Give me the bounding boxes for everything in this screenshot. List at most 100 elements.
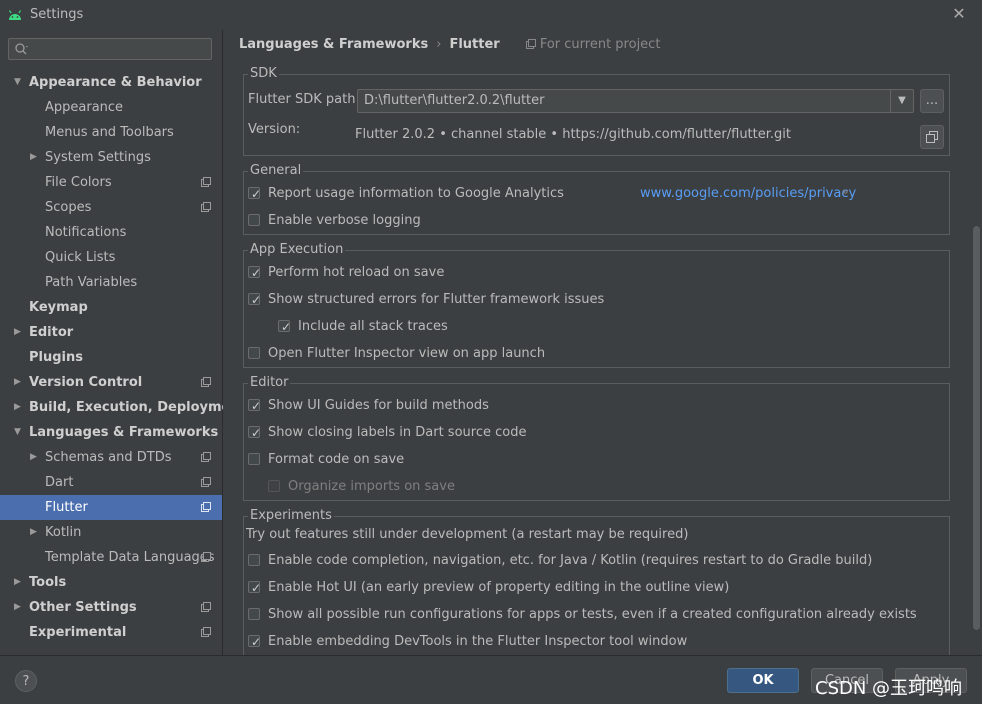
tree-template-data-languages[interactable]: Template Data Languages (0, 545, 222, 570)
tree-file-colors[interactable]: File Colors (0, 170, 222, 195)
project-note: For current project (525, 37, 661, 52)
tree-label: Path Variables (45, 275, 138, 290)
tree-label: Menus and Toolbars (45, 125, 174, 140)
tree-flutter[interactable]: Flutter (0, 495, 222, 520)
checkbox-box[interactable]: ✓ (248, 635, 261, 649)
tree-notifications[interactable]: Notifications (0, 220, 222, 245)
sdk-path-label: Flutter SDK path: (248, 92, 360, 107)
collapsed-arrow-icon[interactable]: ▶ (30, 445, 40, 470)
tree-dart[interactable]: Dart (0, 470, 222, 495)
breadcrumb: Languages & Frameworks › Flutter For curre… (239, 37, 660, 52)
collapsed-arrow-icon[interactable]: ▶ (14, 395, 24, 420)
tree-plugins[interactable]: Plugins (0, 345, 222, 370)
help-button[interactable]: ? (15, 670, 37, 692)
tree-appearance[interactable]: Appearance (0, 95, 222, 120)
tree-label: Languages & Frameworks (29, 425, 219, 440)
tree-label: Editor (29, 325, 74, 340)
copy-version-button[interactable] (920, 125, 944, 149)
checkbox-label: Enable Hot UI (an early preview of prope… (268, 580, 730, 595)
tree-label: Scopes (45, 200, 92, 215)
sdk-path-value: D:\flutter\flutter2.0.2\flutter (364, 93, 545, 108)
app-execution-group: App Execution ✓ Perform hot reload on sa… (243, 242, 950, 368)
checkbox-box[interactable]: ✓ (278, 320, 292, 334)
experiments-title: Experiments (248, 508, 334, 524)
checkbox-label: Organize imports on save (288, 479, 455, 494)
tree-label: File Colors (45, 175, 112, 190)
collapsed-arrow-icon[interactable]: ▶ (14, 320, 24, 345)
tree-version-control[interactable]: ▶ Version Control (0, 370, 222, 395)
collapsed-arrow-icon[interactable]: ▶ (30, 520, 40, 545)
chevron-down-icon[interactable]: ▼ (890, 90, 913, 112)
breadcrumb-current: Flutter (449, 37, 500, 52)
project-scope-icon (201, 602, 211, 612)
expanded-arrow-icon[interactable]: ▼ (14, 70, 24, 95)
search-input[interactable] (35, 40, 209, 60)
tree-experimental[interactable]: Experimental (0, 620, 222, 645)
project-scope-icon (201, 202, 211, 212)
version-value: Flutter 2.0.2 • channel stable • https:/… (355, 127, 791, 142)
search-icon (15, 43, 28, 55)
close-icon[interactable]: ✕ (948, 3, 970, 25)
privacy-link[interactable]: www.google.com/policies/privacy (640, 184, 856, 204)
checkbox-box[interactable]: ✓ (248, 426, 262, 440)
checkbox-label: Format code on save (268, 452, 405, 467)
collapsed-arrow-icon[interactable]: ▶ (14, 595, 24, 620)
checkbox-box[interactable] (248, 347, 260, 359)
collapsed-arrow-icon[interactable]: ▶ (14, 570, 24, 595)
tree-appearance-behavior[interactable]: ▼ Appearance & Behavior (0, 70, 222, 95)
browse-button[interactable]: ... (920, 89, 944, 113)
settings-search[interactable] (8, 38, 212, 60)
project-scope-icon (201, 552, 211, 562)
checkbox-box[interactable]: ✓ (248, 399, 261, 413)
checkbox-box[interactable] (248, 608, 260, 620)
checkbox-box[interactable] (248, 554, 260, 566)
checkbox-box[interactable] (248, 453, 260, 465)
tree-build-execution[interactable]: ▶ Build, Execution, Deployment (0, 395, 246, 420)
tree-other-settings[interactable]: ▶ Other Settings (0, 595, 222, 620)
checkmark-icon: ✓ (251, 293, 262, 307)
tree-path-variables[interactable]: Path Variables (0, 270, 222, 295)
ok-button[interactable]: OK (727, 668, 799, 693)
project-scope-icon (201, 377, 211, 387)
project-note-text: For current project (539, 37, 661, 52)
checkmark-icon: ✓ (251, 187, 262, 201)
tree-label: Build, Execution, Deployment (29, 400, 246, 415)
checkbox-box[interactable]: ✓ (248, 293, 262, 307)
tree-label: Notifications (45, 225, 127, 240)
tree-keymap[interactable]: Keymap (0, 295, 222, 320)
checkmark-icon: ✓ (281, 320, 292, 334)
expanded-arrow-icon[interactable]: ▼ (14, 420, 24, 445)
scrollbar-thumb[interactable] (973, 226, 980, 630)
external-link-icon[interactable]: » (842, 185, 849, 198)
checkbox-label: Include all stack traces (298, 319, 448, 334)
sdk-title: SDK (248, 66, 279, 82)
sdk-path-combo[interactable]: D:\flutter\flutter2.0.2\flutter ▼ (357, 89, 914, 113)
breadcrumb-parent[interactable]: Languages & Frameworks (239, 37, 428, 52)
checkbox-box[interactable] (248, 214, 260, 226)
general-group: General ✓ Report usage information to Go… (243, 163, 950, 235)
checkbox-box[interactable]: ✓ (248, 266, 261, 280)
tree-tools[interactable]: ▶ Tools (0, 570, 222, 595)
checkmark-icon: ✓ (251, 426, 262, 440)
checkbox-label: Report usage information to Google Analy… (268, 186, 564, 201)
project-scope-icon (201, 452, 211, 462)
window-title: Settings (30, 7, 84, 22)
checkbox-box[interactable]: ✓ (248, 581, 261, 595)
tree-languages-frameworks[interactable]: ▼ Languages & Frameworks (0, 420, 222, 445)
tree-label: Flutter (45, 500, 88, 515)
collapsed-arrow-icon[interactable]: ▶ (14, 370, 24, 395)
tree-label: Quick Lists (45, 250, 116, 265)
tree-system-settings[interactable]: ▶ System Settings (0, 145, 222, 170)
tree-kotlin[interactable]: ▶ Kotlin (0, 520, 222, 545)
tree-scopes[interactable]: Scopes (0, 195, 222, 220)
checkbox-box[interactable]: ✓ (248, 187, 262, 201)
tree-label: System Settings (45, 150, 151, 165)
collapsed-arrow-icon[interactable]: ▶ (30, 145, 40, 170)
tree-label: Dart (45, 475, 74, 490)
tree-editor[interactable]: ▶ Editor (0, 320, 222, 345)
tree-menus-toolbars[interactable]: Menus and Toolbars (0, 120, 222, 145)
editor-title: Editor (248, 375, 291, 391)
tree-quick-lists[interactable]: Quick Lists (0, 245, 222, 270)
tree-schemas-dtds[interactable]: ▶ Schemas and DTDs (0, 445, 222, 470)
project-scope-icon (201, 627, 211, 637)
